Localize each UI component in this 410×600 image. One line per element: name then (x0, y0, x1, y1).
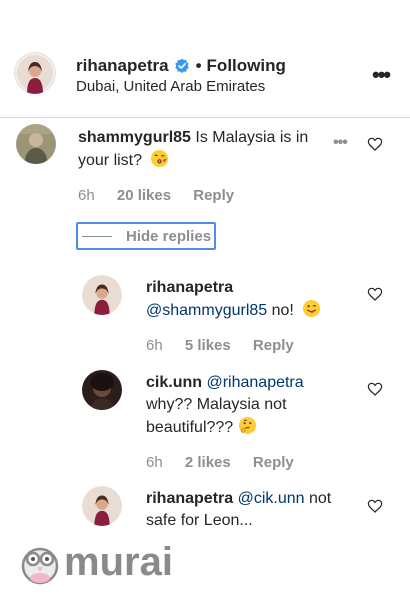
watermark-text: murai (64, 540, 173, 584)
comment-body-line1: Is Malaysia is in (195, 129, 309, 146)
more-options-icon[interactable]: ••• (372, 64, 391, 86)
follow-status-button[interactable]: Following (207, 56, 286, 76)
reply-mention[interactable]: @shammygurl85 (146, 302, 267, 319)
reply-text: rihanapetra @shammygurl85 no! (146, 277, 356, 322)
reply-time: 6h (146, 454, 163, 471)
thinking-face-emoji-icon (238, 416, 257, 435)
avatar[interactable] (82, 486, 122, 526)
reply-username[interactable]: cik.unn (146, 374, 202, 391)
avatar-image (82, 370, 122, 410)
reply-text: cik.unn @rihanapetra why?? Malaysia not … (146, 372, 356, 439)
reply-username[interactable]: rihanapetra (146, 279, 233, 296)
reply-time: 6h (146, 337, 163, 354)
reply-mention[interactable]: @cik.unn (238, 490, 305, 507)
avatar[interactable] (16, 124, 56, 164)
reply-body-line2: safe for Leon... (146, 512, 253, 529)
separator-dot: • (195, 56, 202, 75)
hide-replies-label: Hide replies (126, 227, 212, 245)
reply-button[interactable]: Reply (253, 454, 294, 471)
reply-body: no! (271, 302, 294, 319)
reply-body-line1: not (308, 490, 332, 507)
avatar[interactable] (82, 275, 122, 315)
reply-mention[interactable]: @rihanapetra (206, 374, 303, 391)
watermark-logo: murai (20, 538, 220, 588)
avatar-image (16, 124, 56, 164)
like-heart-icon[interactable] (367, 286, 383, 302)
comment-body-line2: your list? (78, 152, 143, 169)
winking-tongue-emoji-icon (302, 299, 321, 318)
post-header: rihanapetra • Following Dubai, United Ar… (0, 0, 410, 118)
like-heart-icon[interactable] (367, 136, 383, 152)
avatar-image (14, 52, 56, 94)
reply-meta: 6h 2 likes Reply (146, 454, 312, 471)
avatar-image (82, 486, 122, 526)
kissing-face-emoji-icon (150, 149, 169, 168)
comment-time: 6h (78, 187, 95, 204)
reply-likes-count[interactable]: 2 likes (185, 454, 231, 471)
comment-username[interactable]: shammygurl85 (78, 129, 191, 146)
like-heart-icon[interactable] (367, 498, 383, 514)
avatar-image (82, 275, 122, 315)
comment-more-icon[interactable]: ••• (333, 134, 348, 152)
reply-username[interactable]: rihanapetra (146, 490, 233, 507)
divider-line (82, 235, 112, 237)
comment-text: shammygurl85 Is Malaysia is in your list… (78, 127, 338, 172)
reply-text: rihanapetra @cik.unn not safe for Leon..… (146, 488, 361, 532)
post-location[interactable]: Dubai, United Arab Emirates (76, 78, 265, 95)
header-title-row: rihanapetra • Following (76, 56, 286, 76)
reply-body-line1: why?? Malaysia not (146, 396, 287, 413)
reply-button[interactable]: Reply (253, 337, 294, 354)
reply-button[interactable]: Reply (193, 187, 234, 204)
verified-badge-icon (174, 58, 190, 74)
reply-likes-count[interactable]: 5 likes (185, 337, 231, 354)
post-author-username[interactable]: rihanapetra (76, 56, 169, 76)
like-heart-icon[interactable] (367, 381, 383, 397)
avatar[interactable] (82, 370, 122, 410)
comment-likes-count[interactable]: 20 likes (117, 187, 171, 204)
comment-meta: 6h 20 likes Reply (78, 187, 252, 204)
avatar[interactable] (14, 52, 56, 94)
reply-meta: 6h 5 likes Reply (146, 337, 312, 354)
reply-body-line2: beautiful??? (146, 419, 234, 436)
hide-replies-button[interactable]: Hide replies (76, 222, 216, 250)
